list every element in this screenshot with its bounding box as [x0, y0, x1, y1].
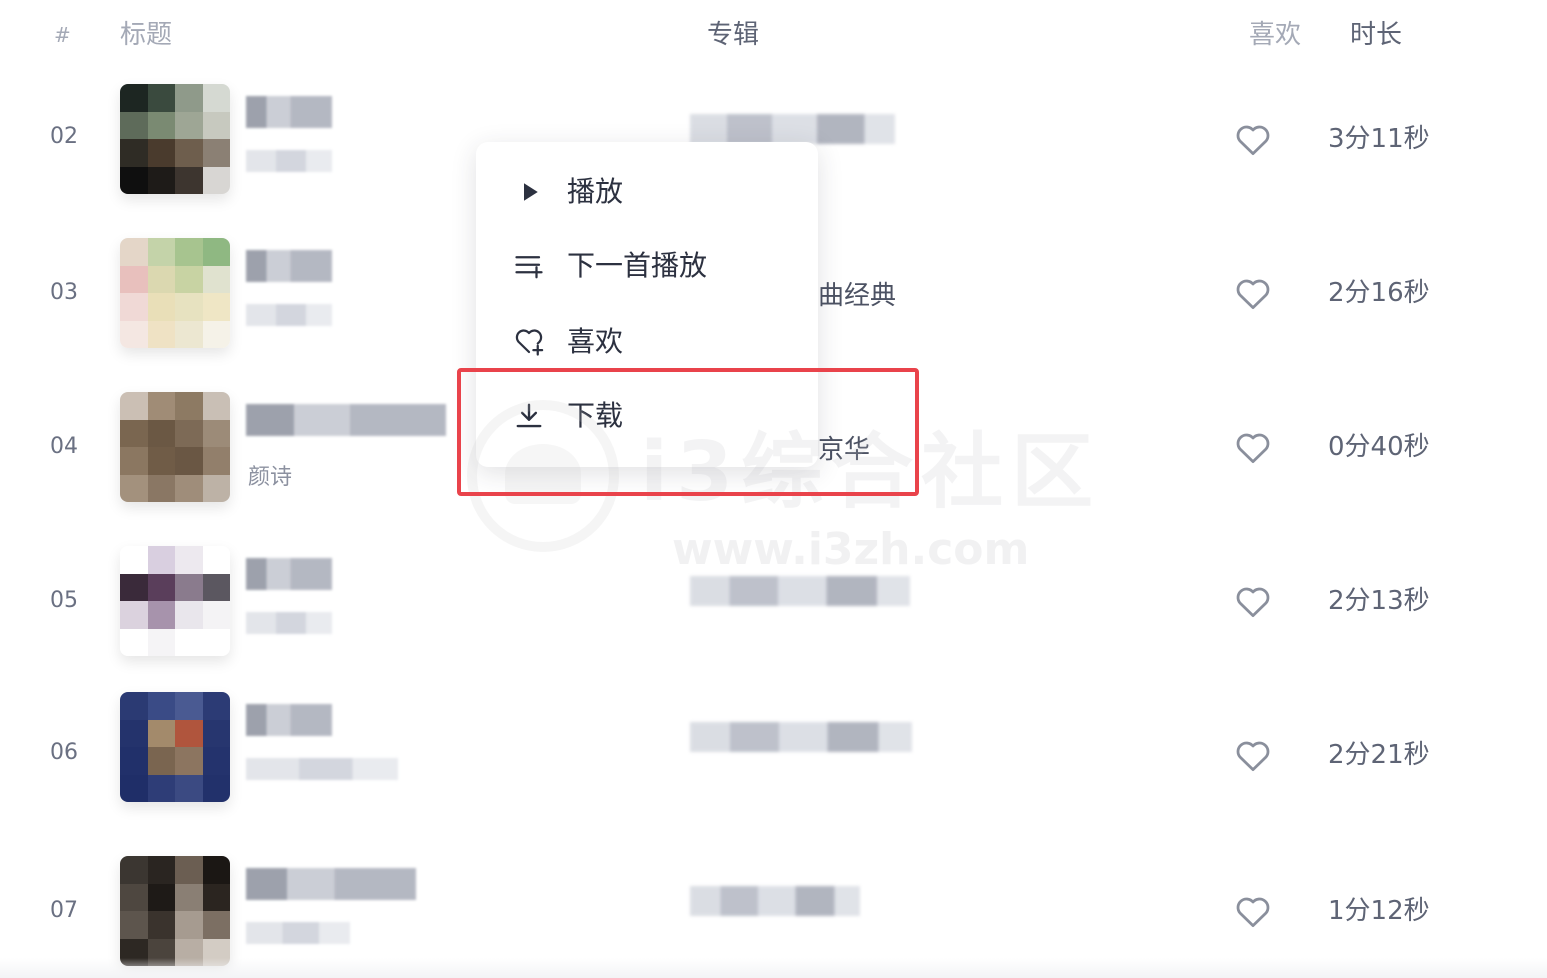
album-cover	[120, 238, 230, 348]
heart-icon[interactable]	[1234, 584, 1272, 618]
blurred-song-title	[246, 96, 332, 128]
blurred-album	[690, 886, 860, 916]
menu-item-download[interactable]: 下载	[476, 386, 818, 446]
heart-icon[interactable]	[1234, 738, 1272, 772]
blurred-artist	[246, 304, 332, 326]
track-number: 06	[50, 740, 78, 765]
blurred-artist	[246, 612, 332, 634]
blurred-album	[690, 576, 910, 606]
heart-icon[interactable]	[1234, 430, 1272, 464]
heart-add-icon	[515, 329, 544, 356]
menu-item-label: 喜欢	[567, 325, 624, 358]
menu-item-label: 播放	[567, 175, 624, 208]
track-number: 04	[50, 434, 78, 459]
column-header-like[interactable]: 喜欢	[1249, 16, 1301, 54]
column-header-album[interactable]: 专辑	[707, 16, 759, 54]
blurred-artist	[246, 150, 332, 172]
album-cover	[120, 856, 230, 966]
album-cover	[120, 84, 230, 194]
track-duration: 2分21秒	[1328, 740, 1430, 770]
blurred-song-title	[246, 404, 446, 436]
blurred-album	[690, 722, 912, 752]
table-row[interactable]: 06 2分21秒	[0, 692, 1547, 846]
play-next-icon	[515, 256, 543, 279]
track-duration: 2分16秒	[1328, 278, 1430, 308]
track-duration: 3分11秒	[1328, 124, 1430, 154]
artist-name[interactable]: 颜诗	[248, 464, 292, 492]
blurred-song-title	[246, 868, 416, 900]
heart-icon[interactable]	[1234, 276, 1272, 310]
track-duration: 1分12秒	[1328, 896, 1430, 926]
blurred-song-title	[246, 250, 332, 282]
context-menu: 播放 下一首播放 喜欢 下载	[476, 142, 818, 467]
column-header-duration[interactable]: 时长	[1350, 16, 1402, 54]
menu-item-play[interactable]: 播放	[476, 162, 818, 222]
track-number: 03	[50, 280, 78, 305]
track-duration: 0分40秒	[1328, 432, 1430, 462]
heart-icon[interactable]	[1234, 122, 1272, 156]
album-name[interactable]: 曲经典	[818, 280, 896, 312]
blurred-artist	[246, 922, 350, 944]
play-icon	[524, 183, 538, 201]
heart-icon[interactable]	[1234, 894, 1272, 928]
blurred-album	[690, 114, 895, 144]
album-cover	[120, 546, 230, 656]
blurred-song-title	[246, 704, 332, 736]
track-number: 02	[50, 124, 78, 149]
album-cover	[120, 692, 230, 802]
blurred-song-title	[246, 558, 332, 590]
track-duration: 2分13秒	[1328, 586, 1430, 616]
menu-item-label: 下一首播放	[567, 249, 708, 282]
track-number: 05	[50, 588, 78, 613]
table-row[interactable]: 05 2分13秒	[0, 546, 1547, 700]
menu-item-like[interactable]: 喜欢	[476, 312, 818, 372]
track-number: 07	[50, 898, 78, 923]
download-icon	[516, 403, 542, 428]
column-header-number: #	[54, 23, 71, 47]
album-name[interactable]: 京华	[818, 434, 870, 466]
menu-item-play-next[interactable]: 下一首播放	[476, 236, 818, 296]
blurred-artist	[246, 758, 398, 780]
column-header-title[interactable]: 标题	[120, 16, 172, 54]
album-cover	[120, 392, 230, 502]
bottom-fade	[0, 958, 1547, 978]
menu-item-label: 下载	[567, 399, 624, 432]
song-list-page: # 标题 专辑 喜欢 时长 02 3分11秒 03 曲经典 2分16秒 04 颜…	[0, 0, 1547, 978]
